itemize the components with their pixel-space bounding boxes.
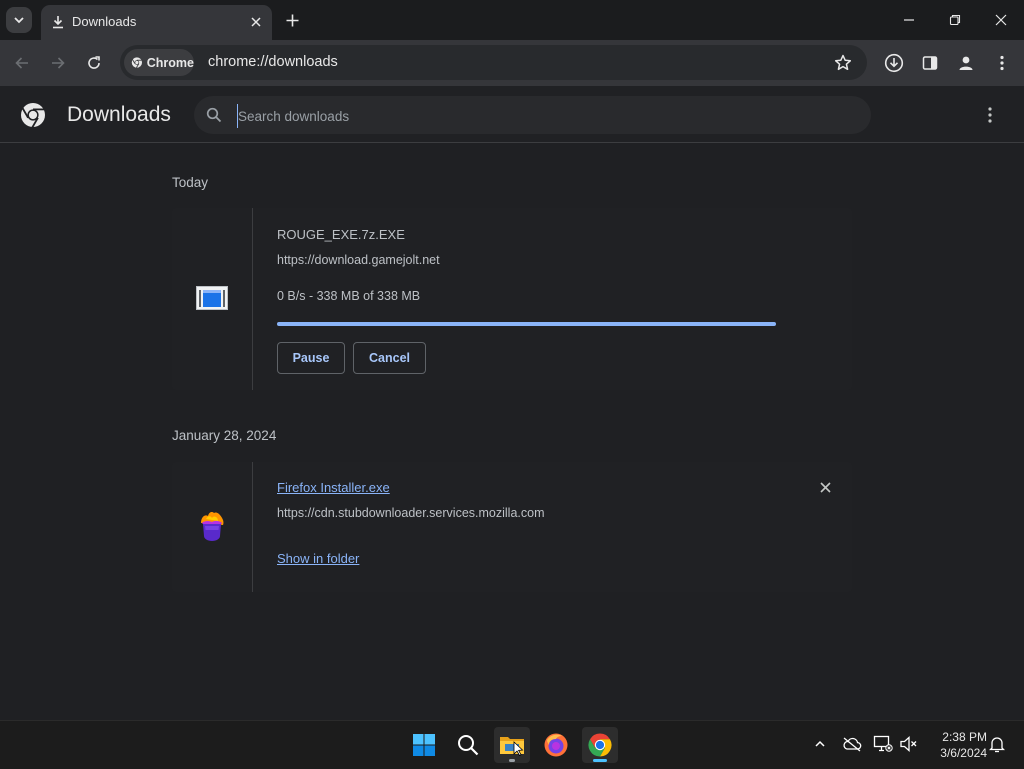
firefox-installer-icon [201,512,224,541]
side-panel-icon [922,56,938,70]
star-icon [834,54,852,71]
chevron-down-icon [14,17,24,24]
download-circle-icon [884,53,904,73]
file-explorer-app[interactable] [494,727,530,763]
firefox-app[interactable] [538,727,574,763]
chrome-app[interactable] [582,727,618,763]
active-indicator [593,759,607,762]
divider [252,462,253,592]
taskbar-search-button[interactable] [450,727,486,763]
divider [252,208,253,390]
start-button[interactable] [406,727,442,763]
chip-label: Chrome [146,55,194,70]
tab-search-button[interactable] [6,7,32,33]
downloads-header: Downloads [0,86,1024,143]
search-icon [206,107,222,123]
date-heading: Today [172,175,209,190]
close-icon [251,17,261,27]
download-icon [53,16,63,29]
new-tab-button[interactable] [281,9,303,31]
reload-icon [88,56,100,69]
cloud-off-icon [843,737,862,752]
date-heading: January 28, 2024 [172,428,277,443]
side-panel-button[interactable] [918,51,942,75]
chrome-icon [588,733,612,757]
person-icon [959,56,973,70]
close-icon [819,481,831,493]
remove-from-list-button[interactable] [817,479,833,495]
running-indicator [509,759,515,762]
chrome-logo-icon [21,103,45,128]
volume-tray-icon[interactable] [898,733,920,755]
search-input[interactable] [237,104,840,128]
browser-menu-button[interactable] [990,51,1014,75]
cancel-button[interactable]: Cancel [353,342,426,374]
reload-button[interactable] [82,51,106,75]
clock-date: 3/6/2024 [940,746,987,760]
back-button[interactable] [10,51,34,75]
network-icon [873,735,893,752]
taskbar: 2:38 PM 3/6/2024 [0,720,1024,769]
notifications-button[interactable] [986,733,1008,755]
forward-button[interactable] [46,51,70,75]
tab-title: Downloads [72,14,137,29]
file-url: https://cdn.stubdownloader.services.mozi… [277,506,545,520]
close-window-button[interactable] [989,8,1013,32]
firefox-icon [544,733,568,757]
tab-downloads[interactable]: Downloads [41,5,272,40]
pause-button[interactable]: Pause [277,342,345,374]
folder-icon [500,737,524,756]
download-item: ROUGE_EXE.7z.EXE https://download.gamejo… [172,208,852,390]
progress-fill [277,322,776,326]
file-icon [194,280,230,316]
downloads-menu-button[interactable] [980,104,1000,126]
show-hidden-icons-button[interactable] [809,733,831,755]
progress-bar [277,322,776,326]
browser-toolbar: Chrome chrome://downloads [0,40,1024,86]
search-box[interactable] [194,96,871,134]
file-name-link[interactable]: Firefox Installer.exe [277,480,390,495]
tab-strip: Downloads [0,0,1024,40]
more-vertical-icon [988,107,992,123]
search-icon [458,735,479,756]
site-info-chip[interactable]: Chrome [124,49,194,76]
restore-icon [949,14,961,26]
download-status: 0 B/s - 338 MB of 338 MB [277,289,421,303]
address-bar[interactable]: Chrome chrome://downloads [120,45,867,80]
download-item: Firefox Installer.exe https://cdn.stubdo… [172,462,852,592]
bookmark-button[interactable] [833,53,853,73]
executable-file-icon [196,286,228,310]
url-text[interactable]: chrome://downloads [208,54,338,70]
plus-icon [286,14,298,26]
show-in-folder-link[interactable]: Show in folder [277,551,359,566]
arrow-right-icon [52,57,65,69]
restore-button[interactable] [943,8,967,32]
arrow-left-icon [15,57,28,69]
onedrive-tray-icon[interactable] [841,733,863,755]
chevron-up-icon [815,740,825,747]
minimize-button[interactable] [897,8,921,32]
windows-logo-icon [413,734,435,756]
bell-icon [989,737,1005,753]
downloads-toolbar-button[interactable] [882,51,906,75]
speaker-muted-icon [900,736,917,752]
more-vertical-icon [1000,55,1004,71]
file-name: ROUGE_EXE.7z.EXE [277,227,405,242]
clock-time: 2:38 PM [942,730,987,744]
network-tray-icon[interactable] [872,733,894,755]
minimize-icon [904,19,914,21]
chrome-logo-icon [131,57,143,68]
close-icon [995,14,1007,26]
tab-close-button[interactable] [247,13,265,31]
page-title: Downloads [67,103,171,126]
file-icon [194,508,230,544]
taskbar-clock[interactable]: 2:38 PM 3/6/2024 [925,729,987,761]
profile-button[interactable] [954,51,978,75]
file-url: https://download.gamejolt.net [277,253,440,267]
